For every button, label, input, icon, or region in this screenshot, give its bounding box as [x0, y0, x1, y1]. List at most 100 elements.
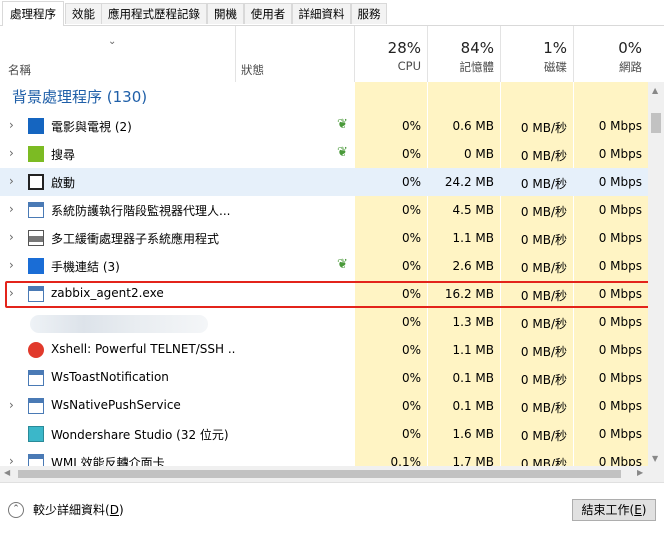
process-mem: 4.5 MB [452, 203, 494, 217]
process-disk: 0 MB/秒 [520, 233, 567, 247]
process-cpu: 0% [401, 427, 421, 441]
tab-performance[interactable]: 效能 [65, 3, 102, 24]
process-mem: 0.1 MB [452, 371, 494, 385]
process-cpu: 0% [401, 175, 421, 189]
printer-icon [28, 230, 44, 246]
column-memory[interactable]: 84% 記憶體 [428, 26, 500, 82]
tab-startup[interactable]: 開機 [207, 3, 244, 24]
suspended-leaf-icon: ❦ [337, 117, 348, 132]
process-name: Xshell: Powerful TELNET/SSH ... [51, 342, 236, 356]
expand-chevron-icon[interactable]: › [9, 118, 14, 132]
vertical-scroll-thumb[interactable] [651, 113, 661, 133]
column-header: ⌄ 名稱 狀態 28% CPU 84% 記憶體 1% 磁碟 0% 網路 [0, 26, 664, 82]
process-mem: 2.6 MB [452, 259, 494, 273]
process-disk: 0 MB/秒 [520, 261, 567, 275]
process-disk: 0 MB/秒 [520, 401, 567, 415]
network-total: 0% [618, 39, 642, 57]
process-mem: 24.2 MB [444, 175, 494, 189]
process-row[interactable]: › 搜尋 ❦ 0% 0 MB 0 MB/秒 0 Mbps [0, 140, 648, 168]
process-mem: 1.1 MB [452, 343, 494, 357]
fewer-details-label: 較少詳細資料(D) [33, 503, 124, 517]
cpu-label: CPU [397, 59, 421, 73]
expand-chevron-icon[interactable]: › [9, 398, 14, 412]
section-background-processes: 背景處理程序 (130) [12, 88, 148, 106]
footer: ⌃ 較少詳細資料(D) 結束工作(E) [0, 482, 664, 535]
process-cpu: 0% [401, 119, 421, 133]
process-net: 0 Mbps [598, 371, 642, 385]
phone-link-icon [28, 258, 44, 274]
process-row[interactable]: › WsNativePushService 0% 0.1 MB 0 MB/秒 0 Mbps [0, 392, 648, 420]
scroll-down-icon[interactable]: ▼ [652, 454, 658, 463]
column-disk[interactable]: 1% 磁碟 [501, 26, 573, 82]
sort-chevron-icon: ⌄ [108, 36, 117, 47]
process-name: 系統防護執行階段監視器代理人... [51, 204, 231, 218]
tab-users[interactable]: 使用者 [244, 3, 292, 24]
process-mem: 0.6 MB [452, 119, 494, 133]
process-row[interactable]: › 電影與電視 (2) ❦ 0% 0.6 MB 0 MB/秒 0 Mbps [0, 112, 648, 140]
scroll-left-icon[interactable]: ◀ [4, 468, 10, 477]
process-disk: 0 MB/秒 [520, 317, 567, 331]
expand-chevron-icon[interactable]: › [9, 230, 14, 244]
expand-chevron-icon[interactable]: › [9, 174, 14, 188]
process-name: 電影與電視 (2) [51, 120, 132, 134]
process-cpu: 0% [401, 231, 421, 245]
search-app-icon [28, 146, 44, 162]
process-mem: 0.1 MB [452, 399, 494, 413]
process-name: Wondershare Studio (32 位元) [51, 428, 229, 442]
process-net: 0 Mbps [598, 119, 642, 133]
process-net: 0 Mbps [598, 147, 642, 161]
process-cpu: 0% [401, 343, 421, 357]
end-task-button[interactable]: 結束工作(E) [572, 499, 656, 521]
process-row[interactable]: › 多工緩衝處理器子系統應用程式 0% 1.1 MB 0 MB/秒 0 Mbps [0, 224, 648, 252]
process-row[interactable]: › 手機連結 (3) ❦ 0% 2.6 MB 0 MB/秒 0 Mbps [0, 252, 648, 280]
process-cpu: 0% [401, 399, 421, 413]
process-mem: 0 MB [463, 147, 494, 161]
blurred-process-name [30, 315, 208, 333]
process-row[interactable]: › 啟動 0% 24.2 MB 0 MB/秒 0 Mbps [0, 168, 648, 196]
tab-services[interactable]: 服務 [351, 3, 387, 24]
process-disk: 0 MB/秒 [520, 373, 567, 387]
expand-chevron-icon[interactable]: › [9, 258, 14, 272]
column-cpu[interactable]: 28% CPU [355, 26, 427, 82]
column-network[interactable]: 0% 網路 [574, 26, 648, 82]
process-net: 0 Mbps [598, 343, 642, 357]
process-net: 0 Mbps [598, 231, 642, 245]
process-name: WsToastNotification [51, 370, 169, 384]
process-name: 啟動 [51, 176, 76, 190]
scroll-right-icon[interactable]: ▶ [637, 468, 643, 477]
app-window-icon [28, 370, 44, 386]
tab-processes[interactable]: 處理程序 [2, 1, 64, 26]
process-disk: 0 MB/秒 [520, 205, 567, 219]
process-name: 搜尋 [51, 148, 76, 162]
process-net: 0 Mbps [598, 315, 642, 329]
process-row[interactable]: Wondershare Studio (32 位元) 0% 1.6 MB 0 MB/秒… [0, 420, 648, 448]
fewer-details-button[interactable]: ⌃ 較少詳細資料(D) [8, 501, 124, 518]
horizontal-scroll-thumb[interactable] [18, 470, 621, 478]
vertical-scrollbar[interactable]: ▲ ▼ [648, 82, 664, 466]
process-net: 0 Mbps [598, 203, 642, 217]
memory-label: 記憶體 [459, 60, 495, 74]
process-row[interactable]: › 系統防護執行階段監視器代理人... 0% 4.5 MB 0 MB/秒 0 Mbps [0, 196, 648, 224]
process-disk: 0 MB/秒 [520, 121, 567, 135]
highlight-box [5, 281, 652, 308]
movies-tv-icon [28, 118, 44, 134]
suspended-leaf-icon: ❦ [337, 145, 348, 160]
start-icon [28, 174, 44, 190]
tab-bar: 處理程序 效能 應用程式歷程記錄 開機 使用者 詳細資料 服務 [0, 0, 664, 26]
process-mem: 1.3 MB [452, 315, 494, 329]
disk-label: 磁碟 [544, 60, 567, 74]
horizontal-scrollbar[interactable]: ◀ ▶ [0, 466, 664, 482]
process-name: 手機連結 (3) [51, 260, 120, 274]
scroll-up-icon[interactable]: ▲ [652, 86, 658, 95]
expand-chevron-icon[interactable]: › [9, 146, 14, 160]
process-row[interactable]: WsToastNotification 0% 0.1 MB 0 MB/秒 0 Mbps [0, 364, 648, 392]
xshell-icon [28, 342, 44, 358]
wondershare-icon [28, 426, 44, 442]
process-net: 0 Mbps [598, 259, 642, 273]
tab-app-history[interactable]: 應用程式歷程記錄 [101, 3, 207, 24]
column-status[interactable]: 狀態 [241, 62, 264, 78]
tab-details[interactable]: 詳細資料 [292, 3, 351, 24]
column-name[interactable]: 名稱 [8, 62, 31, 78]
process-row[interactable]: Xshell: Powerful TELNET/SSH ... 0% 1.1 MB 0… [0, 336, 648, 364]
expand-chevron-icon[interactable]: › [9, 202, 14, 216]
